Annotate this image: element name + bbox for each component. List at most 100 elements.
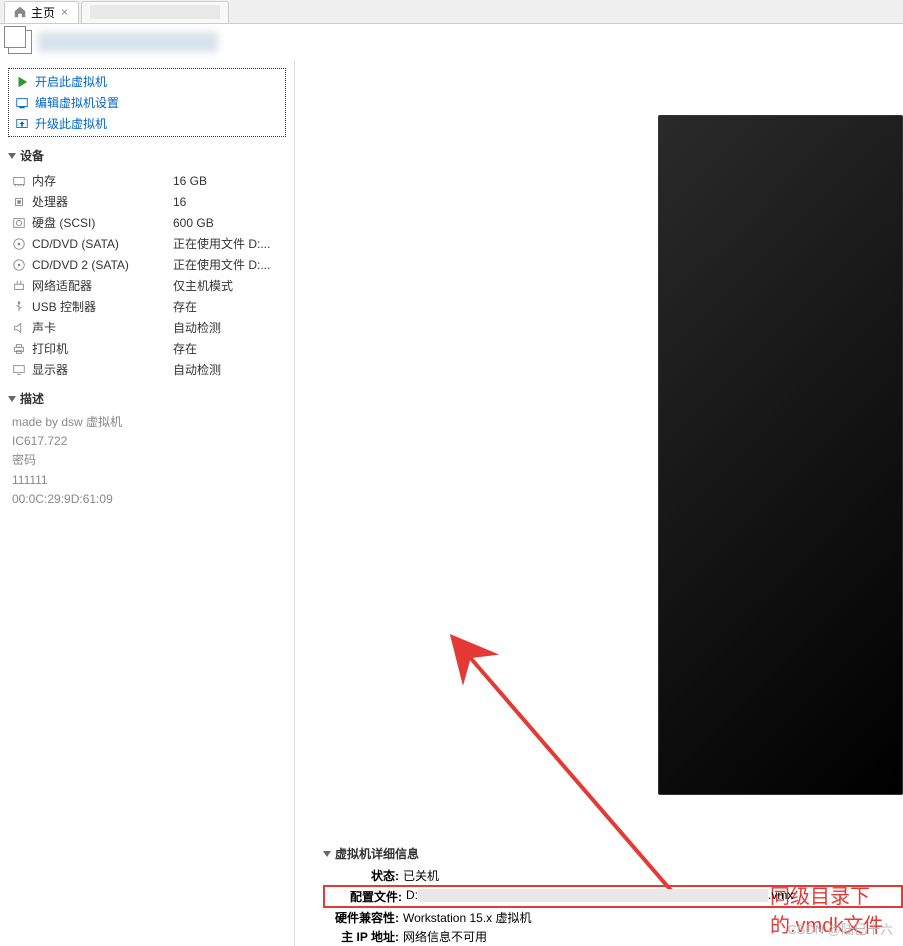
config-prefix: D: xyxy=(406,888,418,902)
device-label: 内存 xyxy=(12,172,167,189)
device-label: 网络适配器 xyxy=(12,277,167,294)
config-value: D: .vmx xyxy=(406,888,900,905)
device-label: 硬盘 (SCSI) xyxy=(12,214,167,231)
device-name: 处理器 xyxy=(32,193,68,210)
printer-icon xyxy=(12,342,26,356)
vm-title xyxy=(38,32,218,52)
tab-home[interactable]: 主页 × xyxy=(4,1,79,23)
upgrade-button[interactable]: 升级此虚拟机 xyxy=(11,113,283,134)
desc-line: 密码 xyxy=(12,451,286,470)
desc-line: 111111 xyxy=(12,471,286,490)
device-value: 16 GB xyxy=(173,174,207,188)
config-suffix: .vmx xyxy=(768,888,793,902)
detail-row-config: 配置文件: D: .vmx xyxy=(323,885,903,908)
device-row[interactable]: 内存 16 GB xyxy=(8,170,286,191)
device-name: 硬盘 (SCSI) xyxy=(32,214,95,231)
vm-preview-thumbnail[interactable] xyxy=(658,115,903,795)
device-row[interactable]: 显示器 自动检测 xyxy=(8,359,286,380)
watermark: CSDN @陆已十六 xyxy=(787,919,893,938)
devices-list: 内存 16 GB 处理器 16 硬盘 (SCSI) 600 GB CD/DVD (SATA)… xyxy=(8,170,286,380)
device-label: USB 控制器 xyxy=(12,298,167,315)
cd-icon xyxy=(12,237,26,251)
device-name: 内存 xyxy=(32,172,56,189)
edit-icon xyxy=(15,96,29,110)
home-icon xyxy=(13,5,27,19)
sidebar: 开启此虚拟机 编辑虚拟机设置 升级此虚拟机 设备 内存 16 GB 处理器 16 硬盘 … xyxy=(0,60,295,946)
close-icon[interactable]: × xyxy=(59,5,70,19)
device-value: 600 GB xyxy=(173,216,214,230)
actions-panel: 开启此虚拟机 编辑虚拟机设置 升级此虚拟机 xyxy=(8,68,286,137)
device-row[interactable]: 网络适配器 仅主机模式 xyxy=(8,275,286,296)
network-icon xyxy=(12,279,26,293)
details-header-label: 虚拟机详细信息 xyxy=(335,845,419,862)
ip-label: 主 IP 地址: xyxy=(323,928,403,945)
power-on-label: 开启此虚拟机 xyxy=(35,73,107,90)
device-label: CD/DVD 2 (SATA) xyxy=(12,258,167,272)
desc-line: IC617.722 xyxy=(12,432,286,451)
device-label: CD/DVD (SATA) xyxy=(12,237,167,251)
device-value: 自动检测 xyxy=(173,319,221,336)
sound-icon xyxy=(12,321,26,335)
device-row[interactable]: 声卡 自动检测 xyxy=(8,317,286,338)
disk-icon xyxy=(12,216,26,230)
device-value: 仅主机模式 xyxy=(173,277,233,294)
desc-line: 00:0C:29:9D:61:09 xyxy=(12,490,286,509)
edit-settings-label: 编辑虚拟机设置 xyxy=(35,94,119,111)
devices-header-label: 设备 xyxy=(20,147,44,164)
device-value: 16 xyxy=(173,195,186,209)
status-label: 状态: xyxy=(323,867,403,884)
device-value: 自动检测 xyxy=(173,361,221,378)
devices-header[interactable]: 设备 xyxy=(8,147,286,164)
device-name: CD/DVD (SATA) xyxy=(32,237,119,251)
description-text: made by dsw 虚拟机 IC617.722 密码 111111 00:0… xyxy=(8,413,286,509)
device-name: CD/DVD 2 (SATA) xyxy=(32,258,129,272)
device-name: 声卡 xyxy=(32,319,56,336)
main-area: 开启此虚拟机 编辑虚拟机设置 升级此虚拟机 设备 内存 16 GB 处理器 16 硬盘 … xyxy=(0,60,903,946)
device-label: 打印机 xyxy=(12,340,167,357)
tab-home-label: 主页 xyxy=(31,4,55,21)
device-name: 显示器 xyxy=(32,361,68,378)
cpu-icon xyxy=(12,195,26,209)
description-header[interactable]: 描述 xyxy=(8,390,286,407)
device-row[interactable]: 打印机 存在 xyxy=(8,338,286,359)
device-label: 处理器 xyxy=(12,193,167,210)
device-value: 存在 xyxy=(173,298,197,315)
device-value: 存在 xyxy=(173,340,197,357)
redacted-path xyxy=(418,889,768,902)
play-icon xyxy=(15,75,29,89)
tab-second-label xyxy=(90,5,220,19)
power-on-button[interactable]: 开启此虚拟机 xyxy=(11,71,283,92)
content-area: 同级目录下的.vmdk文件 虚拟机详细信息 状态: 已关机 配置文件: D:.v… xyxy=(295,60,903,946)
device-name: USB 控制器 xyxy=(32,298,96,315)
device-name: 打印机 xyxy=(32,340,68,357)
device-name: 网络适配器 xyxy=(32,277,92,294)
device-row[interactable]: USB 控制器 存在 xyxy=(8,296,286,317)
edit-settings-button[interactable]: 编辑虚拟机设置 xyxy=(11,92,283,113)
detail-row-status: 状态: 已关机 xyxy=(323,866,903,885)
device-row[interactable]: CD/DVD 2 (SATA) 正在使用文件 D:... xyxy=(8,254,286,275)
chevron-down-icon xyxy=(8,396,16,402)
device-row[interactable]: 处理器 16 xyxy=(8,191,286,212)
status-value: 已关机 xyxy=(403,867,903,884)
device-value: 正在使用文件 D:... xyxy=(173,235,270,252)
device-row[interactable]: 硬盘 (SCSI) 600 GB xyxy=(8,212,286,233)
memory-icon xyxy=(12,174,26,188)
upgrade-icon xyxy=(15,117,29,131)
details-header[interactable]: 虚拟机详细信息 xyxy=(323,845,903,862)
compat-label: 硬件兼容性: xyxy=(323,909,403,926)
device-row[interactable]: CD/DVD (SATA) 正在使用文件 D:... xyxy=(8,233,286,254)
config-label: 配置文件: xyxy=(326,888,406,905)
upgrade-label: 升级此虚拟机 xyxy=(35,115,107,132)
display-icon xyxy=(12,363,26,377)
usb-icon xyxy=(12,300,26,314)
chevron-down-icon xyxy=(323,851,331,857)
device-value: 正在使用文件 D:... xyxy=(173,256,270,273)
vm-icon xyxy=(8,30,32,54)
tab-second[interactable] xyxy=(81,1,229,23)
device-label: 显示器 xyxy=(12,361,167,378)
desc-line: made by dsw 虚拟机 xyxy=(12,413,286,432)
device-label: 声卡 xyxy=(12,319,167,336)
cd-icon xyxy=(12,258,26,272)
tab-bar: 主页 × xyxy=(0,0,903,24)
title-bar xyxy=(0,24,903,60)
